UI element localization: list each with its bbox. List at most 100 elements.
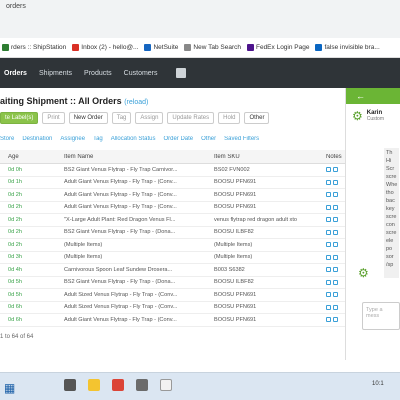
column-header-age[interactable]: Age xyxy=(4,154,60,160)
nav-item-customers[interactable]: Customers xyxy=(124,70,158,77)
bookmark-item[interactable]: New Tab Search xyxy=(184,44,241,51)
table-row[interactable]: 0d 6h Adult Sized Venus Flytrap - Fly Tra… xyxy=(0,302,345,314)
file-explorer-icon[interactable] xyxy=(88,379,100,391)
page-title-text: aiting Shipment :: All Orders xyxy=(0,96,122,106)
table-row[interactable]: 0d 2h BS2 Giant Venus Flytrap - Fly Trap … xyxy=(0,227,345,239)
toolbar-button[interactable]: Assign xyxy=(135,112,164,124)
cell-notes xyxy=(322,217,345,223)
back-arrow-icon[interactable]: ← xyxy=(356,91,365,101)
gift-icon[interactable] xyxy=(333,229,338,235)
gift-icon[interactable] xyxy=(333,304,338,310)
table-row[interactable]: 0d 0h BS2 Giant Venus Flytrap - Fly Trap … xyxy=(0,164,345,177)
note-icon[interactable] xyxy=(326,229,331,235)
bookmark-item[interactable]: rders :: ShipStation xyxy=(2,44,66,51)
column-header-item-name[interactable]: Item Name xyxy=(60,154,210,160)
table-row[interactable]: 0d 6h Adult Giant Venus Flytrap - Fly Tra… xyxy=(0,314,345,327)
table-header: Age Item Name Item SKU Notes xyxy=(0,150,345,164)
bookmark-item[interactable]: FedEx Login Page xyxy=(246,44,310,51)
toolbar-button[interactable]: Print xyxy=(42,112,65,124)
nav-item-orders[interactable]: Orders xyxy=(4,70,27,77)
settings-icon[interactable] xyxy=(136,379,148,391)
table-row[interactable]: 0d 5h Adult Sized Venus Flytrap - Fly Tra… xyxy=(0,289,345,302)
table-row[interactable]: 0d 2h Adult Giant Venus Flytrap - Fly Tra… xyxy=(0,189,345,202)
note-icon[interactable] xyxy=(326,267,331,273)
gift-icon[interactable] xyxy=(333,267,338,273)
filter-dropdown[interactable]: Assignee xyxy=(60,136,85,146)
filter-dropdown[interactable]: Store xyxy=(0,136,14,146)
chat-agent: ⚙ Karin Custom xyxy=(346,104,400,122)
bookmark-label: false invisible bra... xyxy=(324,44,380,51)
print-icon[interactable] xyxy=(175,68,186,78)
gift-icon[interactable] xyxy=(333,179,338,185)
filter-dropdown[interactable]: Other xyxy=(201,136,216,146)
chrome-icon[interactable] xyxy=(112,379,124,391)
bookmark-item[interactable]: NetSuite xyxy=(144,44,178,51)
table-row[interactable]: 0d 2h Adult Giant Venus Flytrap - Fly Tra… xyxy=(0,202,345,214)
filter-dropdown[interactable]: Destination xyxy=(22,136,52,146)
chat-message-text: scre xyxy=(386,214,397,220)
note-icon[interactable] xyxy=(326,317,331,323)
cell-item-name: Adult Giant Venus Flytrap - Fly Trap - (… xyxy=(64,204,177,211)
note-icon[interactable] xyxy=(326,242,331,248)
toolbar-button[interactable]: Hold xyxy=(218,112,241,124)
chat-message-text: scre xyxy=(386,230,397,236)
toolbar-button[interactable]: Update Rates xyxy=(167,112,215,124)
chat-message-text: key xyxy=(386,206,395,212)
table-row[interactable]: 0d 2h "X-Large Adult Plant: Red Dragon Ve… xyxy=(0,214,345,227)
table-row[interactable]: 0d 5h BS2 Giant Venus Flytrap - Fly Trap … xyxy=(0,277,345,289)
toolbar-button[interactable]: Other xyxy=(244,112,270,124)
gift-icon[interactable] xyxy=(333,217,338,223)
cell-age: 0d 2h xyxy=(8,229,22,236)
note-icon[interactable] xyxy=(326,279,331,285)
browser-tab-title[interactable]: orders xyxy=(6,3,26,10)
note-icon[interactable] xyxy=(326,254,331,260)
column-header-notes[interactable]: Notes xyxy=(322,154,342,160)
cell-notes xyxy=(322,304,345,310)
column-header-item-sku[interactable]: Item SKU xyxy=(210,154,322,160)
gift-icon[interactable] xyxy=(333,167,338,173)
filter-dropdown[interactable]: Order Date xyxy=(163,136,193,146)
gift-icon[interactable] xyxy=(333,317,338,323)
filter-dropdown[interactable]: Saved Filters xyxy=(224,136,259,146)
gift-icon[interactable] xyxy=(333,279,338,285)
table-row[interactable]: 0d 2h (Multiple Items) (Multiple Items) xyxy=(0,239,345,252)
bookmark-label: FedEx Login Page xyxy=(255,44,310,51)
filter-dropdown[interactable]: Allocation Status xyxy=(111,136,156,146)
gift-icon[interactable] xyxy=(333,192,338,198)
nav-item-products[interactable]: Products xyxy=(84,70,112,77)
bookmark-item[interactable]: Inbox (2) - hello@... xyxy=(72,44,138,51)
windows-start-icon[interactable]: ▦ xyxy=(4,381,15,395)
gift-icon[interactable] xyxy=(333,204,338,210)
table-row[interactable]: 0d 1h Adult Giant Venus Flytrap - Fly Tra… xyxy=(0,177,345,189)
cell-age: 0d 3h xyxy=(8,254,22,261)
document-icon[interactable] xyxy=(160,379,172,391)
note-icon[interactable] xyxy=(326,304,331,310)
task-view-icon[interactable] xyxy=(64,379,76,391)
note-icon[interactable] xyxy=(326,292,331,298)
nav-item-shipments[interactable]: Shipments xyxy=(39,70,72,77)
note-icon[interactable] xyxy=(326,192,331,198)
bookmark-item[interactable]: false invisible bra... xyxy=(315,44,380,51)
table-row[interactable]: 0d 3h (Multiple Items) (Multiple Items) xyxy=(0,252,345,264)
bookmark-label: New Tab Search xyxy=(193,44,241,51)
chat-message-text: ele xyxy=(386,238,394,244)
chat-message-text: Th xyxy=(386,150,393,156)
bookmark-favicon-icon xyxy=(246,44,254,51)
gift-icon[interactable] xyxy=(333,242,338,248)
note-icon[interactable] xyxy=(326,179,331,185)
gift-icon[interactable] xyxy=(333,292,338,298)
cell-item-sku: BOOSU PFN691 xyxy=(214,191,257,198)
note-icon[interactable] xyxy=(326,167,331,173)
toolbar-button[interactable]: New Order xyxy=(68,112,108,124)
bookmark-label: Inbox (2) - hello@... xyxy=(81,44,139,51)
toolbar-button[interactable]: te Label(s) xyxy=(0,112,39,124)
toolbar-button[interactable]: Tag xyxy=(111,112,132,124)
note-icon[interactable] xyxy=(326,217,331,223)
table-row[interactable]: 0d 4h Carnivorous Spoon Leaf Sundew Drose… xyxy=(0,264,345,277)
note-icon[interactable] xyxy=(326,204,331,210)
reload-link[interactable]: (reload) xyxy=(124,99,148,106)
filter-dropdown[interactable]: Tag xyxy=(93,136,103,146)
chat-message-input[interactable]: Type a mess xyxy=(362,302,400,330)
gift-icon[interactable] xyxy=(333,254,338,260)
cell-item-name: BS2 Giant Venus Flytrap - Fly Trap - (Do… xyxy=(64,279,176,286)
